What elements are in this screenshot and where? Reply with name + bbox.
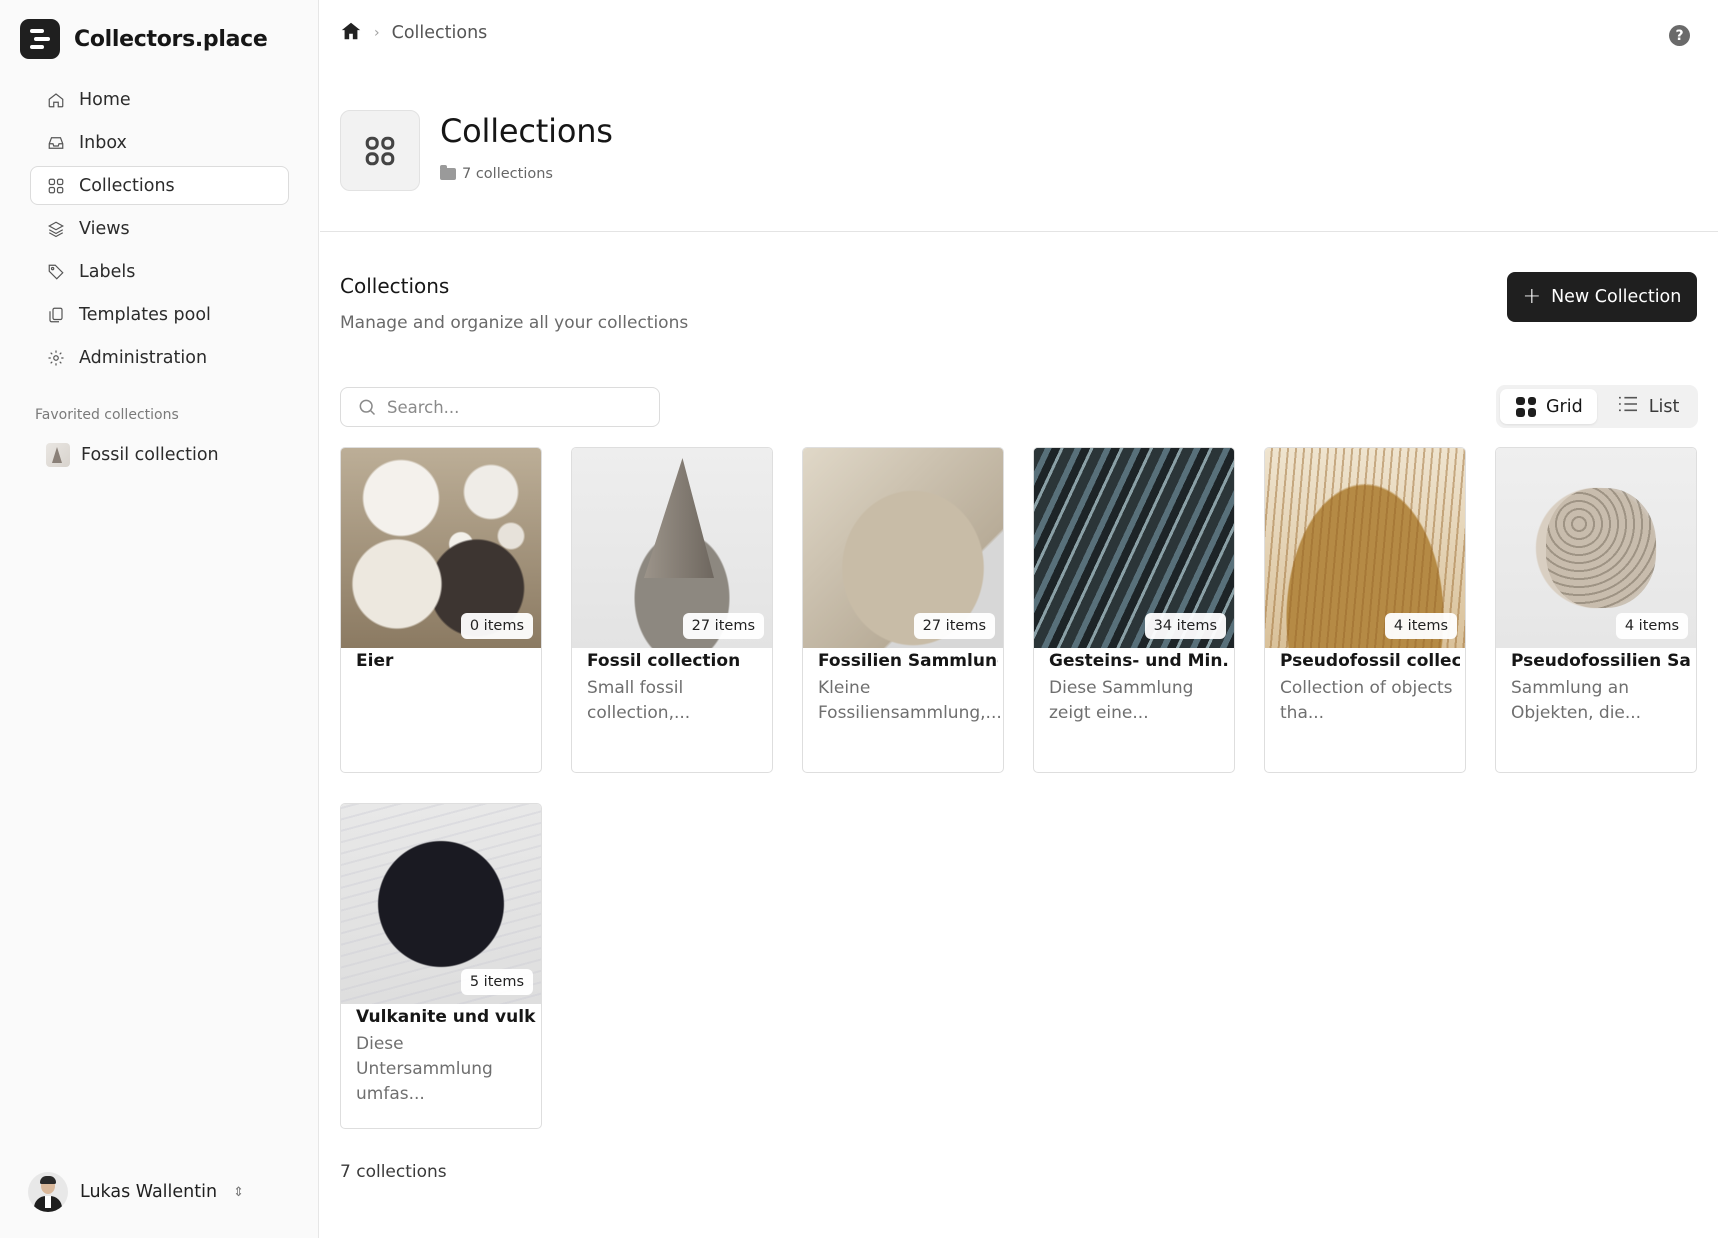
collection-image: 4 items <box>1496 448 1696 648</box>
main-content: › Collections ? Collections 7 collection… <box>320 0 1718 1238</box>
section-title: Collections <box>340 274 450 298</box>
folder-icon <box>440 165 456 180</box>
favorites-heading: Favorited collections <box>35 407 179 423</box>
sidebar-item-label: Administration <box>79 347 208 368</box>
app-name: Collectors.place <box>74 26 268 52</box>
collection-count-text: 7 collections <box>462 166 553 182</box>
chevron-up-down-icon: ⇕ <box>233 1184 244 1200</box>
layers-icon <box>47 220 65 238</box>
brand[interactable]: Collectors.place <box>20 19 268 59</box>
collection-title: Fossilien Sammlung <box>818 651 998 671</box>
collection-description: Collection of objects tha... <box>1280 678 1453 723</box>
collection-card[interactable]: 0 items Eier <box>340 447 542 773</box>
grid-icon <box>47 177 65 195</box>
home-icon[interactable] <box>340 20 362 46</box>
collection-image: 4 items <box>1265 448 1465 648</box>
view-grid-button[interactable]: Grid <box>1500 389 1597 424</box>
sidebar-item-templates-pool[interactable]: Templates pool <box>30 295 289 334</box>
item-count-badge: 5 items <box>460 969 533 995</box>
item-count-badge: 27 items <box>913 613 995 639</box>
collection-image: 5 items <box>341 804 541 1004</box>
search-input[interactable] <box>387 397 637 417</box>
new-collection-label: New Collection <box>1551 287 1682 307</box>
chevron-right-icon: › <box>374 25 380 41</box>
collection-description: Diese Sammlung zeigt eine... <box>1049 678 1194 723</box>
collection-card[interactable]: 27 items Fossil collection Small fossil … <box>571 447 773 773</box>
divider <box>320 231 1718 232</box>
collection-title: Gesteins- und Min... <box>1049 651 1229 671</box>
sidebar-item-home[interactable]: Home <box>30 80 289 119</box>
inbox-icon <box>47 134 65 152</box>
item-count-badge: 4 items <box>1384 613 1457 639</box>
collection-description: Diese Untersammlung umfas... <box>356 1034 493 1104</box>
search-icon <box>359 399 376 416</box>
section-subtitle: Manage and organize all your collections <box>340 313 689 333</box>
breadcrumb-current[interactable]: Collections <box>392 23 488 43</box>
new-collection-button[interactable]: + New Collection <box>1507 272 1697 322</box>
collection-image: 34 items <box>1034 448 1234 648</box>
sidebar-item-label: Home <box>79 89 131 110</box>
page-title: Collections <box>440 112 613 150</box>
collection-card[interactable]: 4 items Pseudofossil collec... Collectio… <box>1264 447 1466 773</box>
collection-card[interactable]: 5 items Vulkanite und vulk... Diese Unte… <box>340 803 542 1129</box>
item-count-badge: 4 items <box>1615 613 1688 639</box>
sidebar-item-collections[interactable]: Collections <box>30 166 289 205</box>
collections-grid-icon <box>340 110 420 191</box>
collection-title: Eier <box>356 651 394 671</box>
collection-title: Pseudofossilien Sa... <box>1511 651 1691 671</box>
sidebar-item-administration[interactable]: Administration <box>30 338 289 377</box>
collection-title: Pseudofossil collec... <box>1280 651 1460 671</box>
collection-image: 27 items <box>803 448 1003 648</box>
tag-icon <box>47 263 65 281</box>
collection-count-footer: 7 collections <box>340 1162 447 1182</box>
user-menu[interactable]: Lukas Wallentin ⇕ <box>28 1172 244 1212</box>
collection-description: Sammlung an Objekten, die... <box>1511 678 1642 723</box>
collection-count-meta: 7 collections <box>440 165 553 182</box>
sidebar-item-label: Inbox <box>79 132 127 153</box>
grid-icon <box>1516 396 1536 417</box>
user-name: Lukas Wallentin <box>80 1182 218 1202</box>
sidebar-item-label: Labels <box>79 261 136 282</box>
sidebar: Collectors.place Home Inbox Collections … <box>0 0 319 1238</box>
plus-icon: + <box>1522 284 1542 309</box>
sidebar-item-label: Collections <box>79 175 175 196</box>
help-icon[interactable]: ? <box>1669 25 1690 46</box>
view-toggle: Grid List <box>1496 385 1698 428</box>
sidebar-item-inbox[interactable]: Inbox <box>30 123 289 162</box>
sidebar-item-label: Templates pool <box>79 304 211 325</box>
breadcrumb: › Collections <box>340 20 487 46</box>
home-icon <box>47 91 65 109</box>
favorite-item-fossil-collection[interactable]: Fossil collection <box>30 436 289 474</box>
sidebar-item-labels[interactable]: Labels <box>30 252 289 291</box>
collection-card[interactable]: 34 items Gesteins- und Min... Diese Samm… <box>1033 447 1235 773</box>
sidebar-item-label: Views <box>79 218 130 239</box>
collection-image: 27 items <box>572 448 772 648</box>
collection-card[interactable]: 4 items Pseudofossilien Sa... Sammlung a… <box>1495 447 1697 773</box>
favorite-item-label: Fossil collection <box>81 445 219 465</box>
collection-description: Kleine Fossiliensammlung,... <box>818 678 1002 723</box>
search-box <box>340 387 660 427</box>
sidebar-nav: Home Inbox Collections Views Labels Temp… <box>30 80 289 381</box>
gear-icon <box>47 349 65 367</box>
collection-title: Fossil collection <box>587 651 741 671</box>
collection-image: 0 items <box>341 448 541 648</box>
app-logo-icon <box>20 19 60 59</box>
list-icon <box>1617 395 1639 418</box>
item-count-badge: 34 items <box>1144 613 1226 639</box>
item-count-badge: 0 items <box>460 613 533 639</box>
collection-thumbnail <box>46 443 70 467</box>
item-count-badge: 27 items <box>682 613 764 639</box>
view-grid-label: Grid <box>1546 396 1583 417</box>
view-list-button[interactable]: List <box>1601 389 1694 424</box>
collection-card[interactable]: 27 items Fossilien Sammlung Kleine Fossi… <box>802 447 1004 773</box>
collection-description: Small fossil collection,... <box>587 678 691 723</box>
collection-title: Vulkanite und vulk... <box>356 1007 536 1027</box>
copy-icon <box>47 306 65 324</box>
view-list-label: List <box>1648 396 1680 417</box>
sidebar-item-views[interactable]: Views <box>30 209 289 248</box>
avatar <box>28 1172 68 1212</box>
